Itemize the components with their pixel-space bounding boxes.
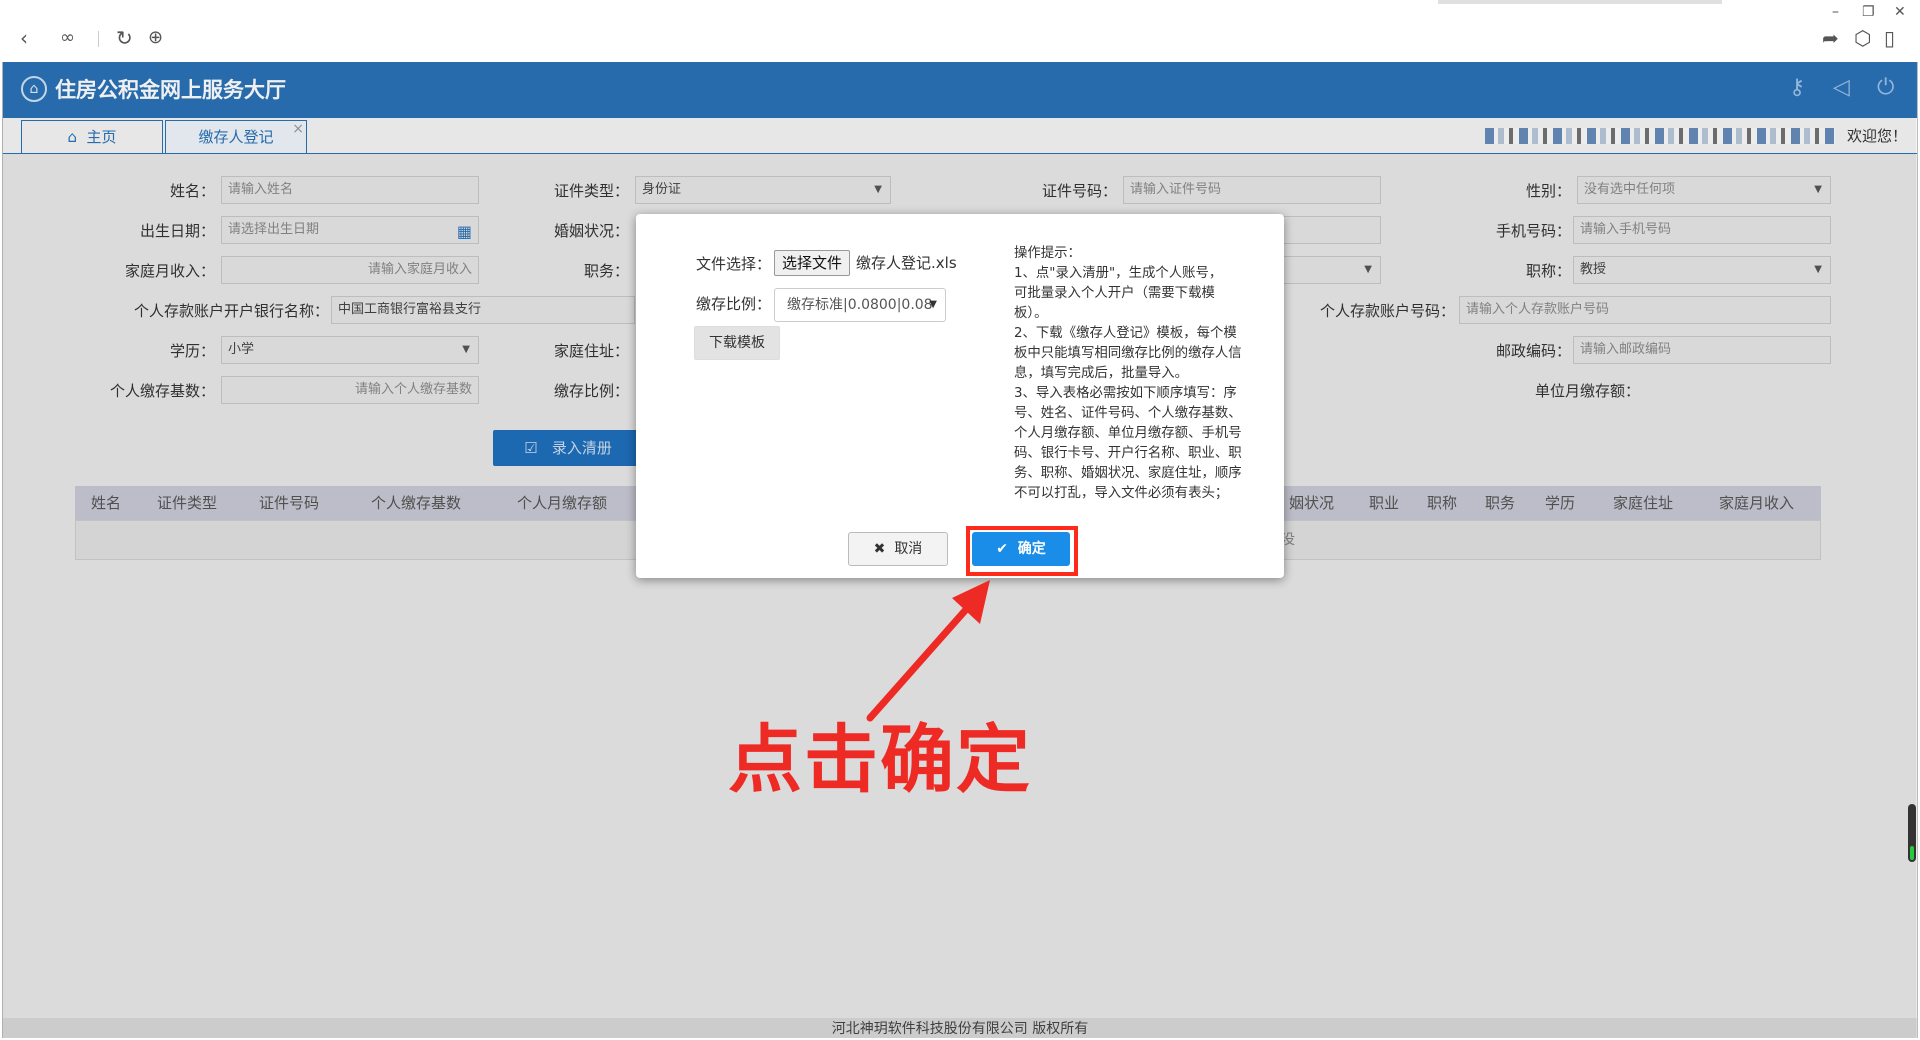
toolbar-divider <box>98 31 99 47</box>
tip-line: 板）。 <box>1014 306 1048 321</box>
share-icon[interactable]: ➦ <box>1822 28 1839 48</box>
reload-icon[interactable]: ↻ <box>116 28 133 48</box>
tip-line: 操作提示： <box>1014 246 1081 261</box>
ratio-select[interactable]: 缴存标准|0.0800|0.08 ▼ <box>774 288 946 322</box>
link-icon[interactable]: ∞ <box>60 28 75 48</box>
phone-icon[interactable]: ▯ <box>1884 28 1895 48</box>
tip-line: 板中只能填写相同缴存比例的缴存人信 <box>1014 346 1242 361</box>
back-arrow-icon[interactable]: ‹ <box>20 28 28 48</box>
tip-line: 可批量录入个人开户（需要下载模 <box>1014 286 1215 301</box>
tip-line: 不可以打乱，导入文件必须有表头； <box>1014 486 1229 501</box>
chevron-down-icon: ▼ <box>929 299 937 310</box>
globe-icon[interactable]: ⊕ <box>148 28 163 48</box>
confirm-button[interactable]: ✔ 确定 <box>972 532 1070 566</box>
ratio-value: 缴存标准|0.0800|0.08 <box>787 297 933 313</box>
selected-file-name: 缴存人登记.xls <box>856 254 957 272</box>
restore-icon[interactable]: ❐ <box>1862 2 1875 22</box>
operation-tips: 操作提示： 1、点"录入清册"，生成个人账号， 可批量录入个人开户（需要下载模 … <box>1014 244 1258 504</box>
close-x-icon: ✖ <box>873 541 886 557</box>
scroll-indicator-active <box>1910 846 1914 860</box>
tip-line: 3、导入表格必需按如下顺序填写：序 <box>1014 386 1237 401</box>
tip-line: 务、职称、婚姻状况、家庭住址，顺序 <box>1014 466 1242 481</box>
tip-line: 个人月缴存额、单位月缴存额、手机号 <box>1014 426 1242 441</box>
download-template-button[interactable]: 下载模板 <box>694 326 780 360</box>
ratio-label: 缴存比例： <box>696 295 772 313</box>
file-select-label: 文件选择： <box>696 255 772 273</box>
tip-line: 码、银行卡号、开户行名称、职业、职 <box>1014 446 1242 461</box>
tip-line: 息，填写完成后，批量导入。 <box>1014 366 1189 381</box>
cancel-button-label: 取消 <box>894 541 923 557</box>
cube-icon[interactable]: ⬡ <box>1854 28 1871 48</box>
tip-line: 号、姓名、证件号码、个人缴存基数、 <box>1014 406 1242 421</box>
annotation-arrow-icon <box>866 580 990 722</box>
tip-line: 2、下载《缴存人登记》模板，每个模 <box>1014 326 1237 341</box>
minimize-icon[interactable]: – <box>1832 2 1839 22</box>
choose-file-button[interactable]: 选择文件 <box>774 250 850 276</box>
tip-line: 1、点"录入清册"，生成个人账号， <box>1014 266 1223 281</box>
tab-strip-edge <box>1438 0 1722 4</box>
cancel-button[interactable]: ✖ 取消 <box>848 532 948 566</box>
browser-toolbar: ‹ ∞ ↻ ⊕ – ❐ ✕ ➦ ⬡ ▯ <box>0 0 1920 62</box>
close-icon[interactable]: ✕ <box>1894 2 1906 22</box>
checkmark-icon: ✔ <box>996 541 1008 557</box>
annotation-callout: 点击确定 <box>728 717 1032 803</box>
confirm-button-label: 确定 <box>1017 541 1046 557</box>
import-dialog: 文件选择： 选择文件 缴存人登记.xls 缴存比例： 缴存标准|0.0800|0… <box>636 214 1284 578</box>
